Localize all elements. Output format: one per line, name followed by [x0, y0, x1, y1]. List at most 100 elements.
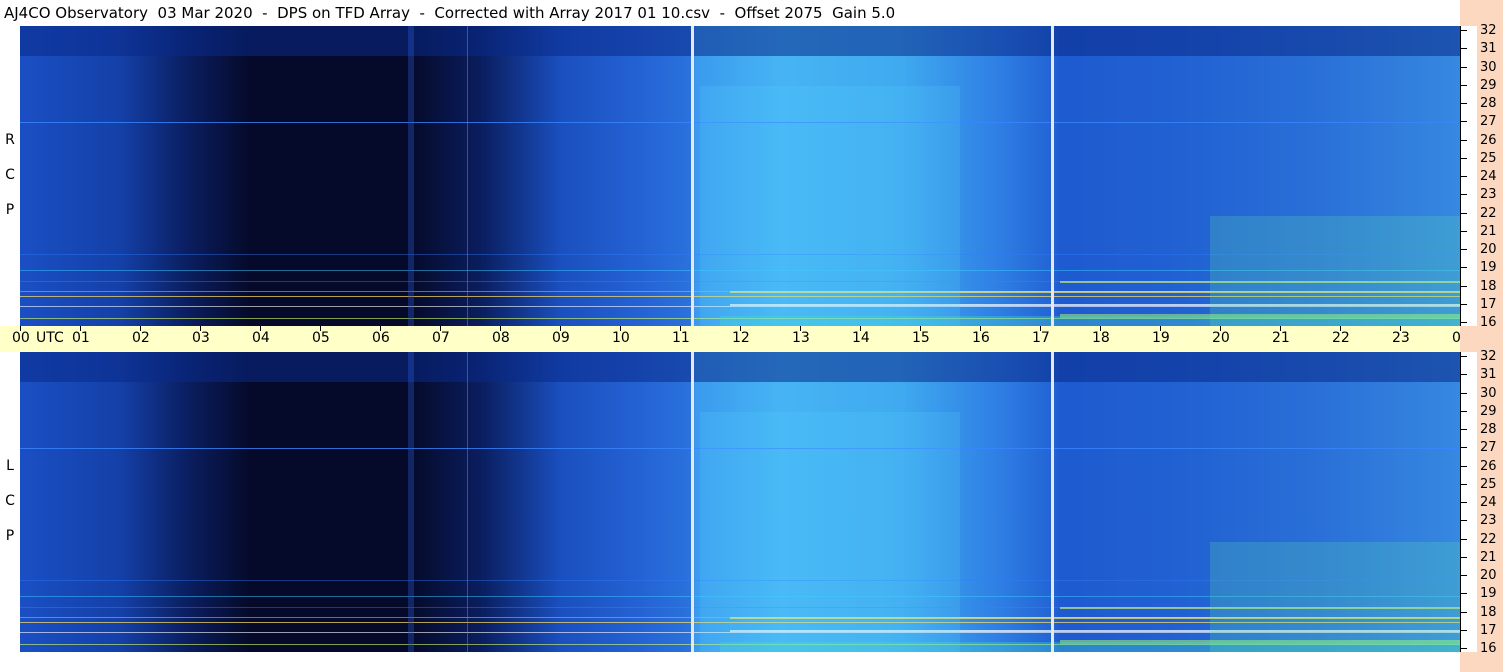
- frequency-tick-label: 19: [1480, 260, 1497, 275]
- rcp-data-gap: [691, 26, 694, 326]
- frequency-tick-mark: [1461, 213, 1467, 214]
- lcp-data-gap: [1051, 352, 1054, 652]
- frequency-tick-mark: [1461, 304, 1467, 305]
- frequency-tick-mark: [1461, 593, 1467, 594]
- frequency-tick-mark: [1461, 158, 1467, 159]
- frequency-tick-label: 21: [1480, 224, 1497, 239]
- lcp-spectrogram: [20, 352, 1460, 652]
- time-tick-label: 21: [1272, 330, 1290, 346]
- frequency-tick-label: 20: [1480, 242, 1497, 257]
- rcp-label-p: P: [5, 202, 15, 218]
- rcp-streak: [408, 26, 414, 326]
- lcp-top-band: [20, 352, 1460, 382]
- frequency-tick-label: 31: [1480, 41, 1497, 56]
- frequency-tick-label: 30: [1480, 386, 1497, 401]
- time-tick-label: 20: [1212, 330, 1230, 346]
- lcp-spectrogram-marks: [20, 352, 1460, 652]
- frequency-tick-mark: [1461, 447, 1467, 448]
- time-tick-label: 15: [912, 330, 930, 346]
- lcp-label-p: P: [5, 528, 15, 544]
- frequency-tick-label: 25: [1480, 151, 1497, 166]
- frequency-tick-mark: [1461, 466, 1467, 467]
- frequency-axis: 32 31 30 29 28 27 26 25 24 23 22 21 20 19 18 17 16 32 31 30…: [1460, 0, 1503, 672]
- frequency-tick-mark: [1461, 48, 1467, 49]
- rcp-data-gap: [1051, 26, 1054, 326]
- frequency-tick-mark: [1461, 286, 1467, 287]
- time-tick-label: 02: [132, 330, 150, 346]
- time-tick-label: 11: [672, 330, 690, 346]
- frequency-tick-label: 17: [1480, 297, 1497, 312]
- frequency-tick-mark: [1461, 557, 1467, 558]
- frequency-tick-mark: [1461, 249, 1467, 250]
- frequency-tick-label: 28: [1480, 422, 1497, 437]
- frequency-tick-label: 26: [1480, 459, 1497, 474]
- lcp-label-l: L: [6, 458, 14, 474]
- rcp-streak: [467, 26, 468, 326]
- rcp-label-r: R: [5, 132, 15, 148]
- lcp-noise-blob: [1210, 542, 1460, 652]
- frequency-tick-mark: [1461, 67, 1467, 68]
- frequency-tick-label: 28: [1480, 96, 1497, 111]
- frequency-tick-mark: [1461, 356, 1467, 357]
- frequency-tick-label: 30: [1480, 60, 1497, 75]
- frequency-tick-mark: [1461, 85, 1467, 86]
- frequency-tick-label: 20: [1480, 568, 1497, 583]
- time-tick-label: 05: [312, 330, 330, 346]
- rcp-spectrogram: [20, 26, 1460, 326]
- frequency-tick-label: 24: [1480, 169, 1497, 184]
- frequency-tick-mark: [1461, 194, 1467, 195]
- time-tick-label: 00: [12, 330, 30, 346]
- lcp-streak: [467, 352, 468, 652]
- frequency-tick-label: 25: [1480, 477, 1497, 492]
- frequency-tick-label: 16: [1480, 641, 1497, 656]
- frequency-tick-label: 29: [1480, 404, 1497, 419]
- frequency-tick-label: 27: [1480, 114, 1497, 129]
- time-tick-label: 18: [1092, 330, 1110, 346]
- frequency-tick-label: 26: [1480, 133, 1497, 148]
- frequency-tick-label: 32: [1480, 349, 1497, 364]
- time-tick-label: 07: [432, 330, 450, 346]
- rcp-noise-blob: [1210, 216, 1460, 326]
- frequency-tick-mark: [1461, 121, 1467, 122]
- time-tick-label: 03: [192, 330, 210, 346]
- time-tick-label: 04: [252, 330, 270, 346]
- frequency-tick-mark: [1461, 393, 1467, 394]
- frequency-tick-label: 32: [1480, 23, 1497, 38]
- frequency-tick-mark: [1461, 176, 1467, 177]
- frequency-tick-mark: [1461, 429, 1467, 430]
- frequency-tick-label: 24: [1480, 495, 1497, 510]
- time-tick-label: 19: [1152, 330, 1170, 346]
- frequency-tick-label: 18: [1480, 605, 1497, 620]
- frequency-tick-mark: [1461, 374, 1467, 375]
- time-tick-label: 06: [372, 330, 390, 346]
- frequency-tick-mark: [1461, 322, 1467, 323]
- frequency-tick-mark: [1461, 484, 1467, 485]
- time-tick-label: 16: [972, 330, 990, 346]
- rcp-noise-blob: [700, 86, 960, 326]
- frequency-tick-label: 23: [1480, 187, 1497, 202]
- lcp-streak: [408, 352, 414, 652]
- frequency-tick-label: 31: [1480, 367, 1497, 382]
- frequency-tick-mark: [1461, 502, 1467, 503]
- frequency-tick-label: 18: [1480, 279, 1497, 294]
- frequency-tick-mark: [1461, 539, 1467, 540]
- frequency-tick-mark: [1461, 520, 1467, 521]
- time-tick-label: 22: [1332, 330, 1350, 346]
- lcp-label-c: C: [5, 493, 15, 509]
- time-tick-label: 17: [1032, 330, 1050, 346]
- frequency-tick-label: 22: [1480, 532, 1497, 547]
- time-tick-label: 10: [612, 330, 630, 346]
- rcp-label-c: C: [5, 167, 15, 183]
- time-tick-label: 23: [1392, 330, 1410, 346]
- frequency-tick-mark: [1461, 411, 1467, 412]
- frequency-tick-mark: [1461, 103, 1467, 104]
- time-tick-label: 09: [552, 330, 570, 346]
- utc-time-axis: 00 01 02 03 04 05 06 07 08 09 10 11 12 13 14 15 16 17 18 19…: [0, 326, 1503, 352]
- time-tick-label: 14: [852, 330, 870, 346]
- frequency-tick-label: 16: [1480, 315, 1497, 330]
- frequency-tick-mark: [1461, 231, 1467, 232]
- frequency-tick-label: 17: [1480, 623, 1497, 638]
- utc-label: UTC: [36, 330, 64, 346]
- time-tick-label: 13: [792, 330, 810, 346]
- lcp-noise-blob: [700, 412, 960, 652]
